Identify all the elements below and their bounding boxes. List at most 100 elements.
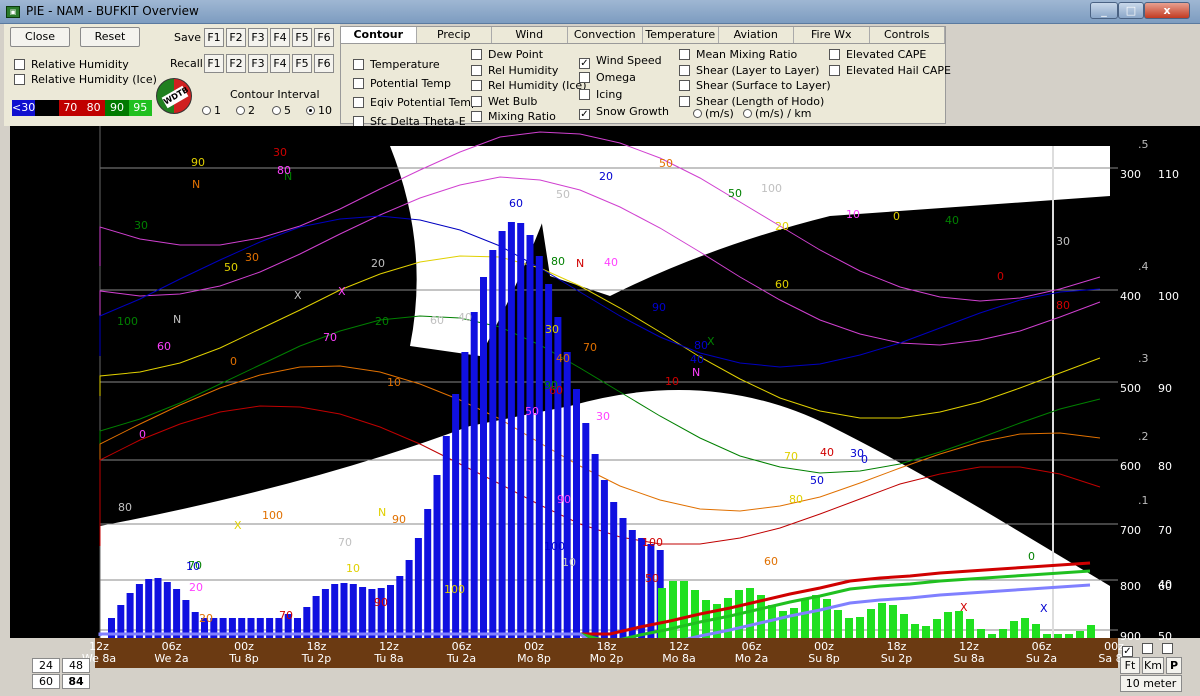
checkbox-mean-mixing-ratio[interactable]: Mean Mixing Ratio — [679, 48, 797, 61]
contour-value-label: 0 — [139, 428, 146, 441]
feet-button[interactable]: Ft — [1120, 657, 1140, 674]
minimize-button[interactable]: _ — [1090, 2, 1118, 19]
checkbox-rel-humidity-ice-[interactable]: Rel Humidity (Ice) — [471, 79, 586, 92]
tab-wind[interactable]: Wind — [492, 27, 568, 43]
precip-bar — [1010, 621, 1018, 638]
precip-bar — [790, 608, 798, 638]
contour-value-label: 10 — [846, 208, 860, 221]
rh-checkbox[interactable]: Relative Humidity — [14, 58, 129, 71]
checkbox-wind-speed[interactable]: ✓ Wind Speed — [579, 54, 662, 69]
tab-contour[interactable]: Contour — [341, 27, 417, 43]
save-f5-button[interactable]: F5 — [292, 28, 312, 47]
checkbox-elevated-cape[interactable]: Elevated CAPE — [829, 48, 926, 61]
recall-f3-button[interactable]: F3 — [248, 54, 268, 73]
precip-bar — [900, 614, 908, 638]
contour-value-label: 60 — [430, 314, 444, 327]
interval-2-radio[interactable]: 2 — [236, 104, 255, 117]
precip-bar — [154, 578, 162, 638]
checkbox-shear-layer-to-layer-[interactable]: Shear (Layer to Layer) — [679, 64, 819, 77]
precip-bar — [554, 317, 562, 638]
checkbox-shear-length-of-hodo-[interactable]: Shear (Length of Hodo) — [679, 95, 824, 108]
recall-f1-button[interactable]: F1 — [204, 54, 224, 73]
right-axis: 300 110 .5 400 100 .4 500 90 .3 600 80 .2 700 70 .1 800… — [1118, 126, 1200, 643]
shear-units-radio[interactable]: (m/s) / km — [743, 107, 812, 120]
precip-bar — [834, 610, 842, 638]
units-checkbox-3[interactable] — [1162, 642, 1179, 655]
hours-60-button[interactable]: 60 — [32, 674, 60, 689]
checkbox-elevated-hail-cape[interactable]: Elevated Hail CAPE — [829, 64, 951, 77]
checkbox-icing[interactable]: Icing — [579, 88, 622, 101]
bufkit-time-height-plot[interactable]: 30 50 60 70 80 90 100 40 20 10 N X 0 30 50 60 70 80 90 100 4… — [10, 126, 1118, 638]
axis-label-ht: 90 — [1158, 382, 1172, 395]
interval-1-radio[interactable]: 1 — [202, 104, 221, 117]
checkbox-temperature[interactable]: Temperature — [353, 58, 440, 71]
contour-value-label: 100 — [262, 509, 283, 522]
maximize-button[interactable]: □ — [1118, 2, 1144, 19]
interval-5-radio[interactable]: 5 — [272, 104, 291, 117]
checkbox-mixing-ratio[interactable]: Mixing Ratio — [471, 110, 556, 123]
checkbox-wet-bulb[interactable]: Wet Bulb — [471, 95, 537, 108]
save-f4-button[interactable]: F4 — [270, 28, 290, 47]
precip-bar — [933, 619, 941, 638]
precip-bar — [878, 603, 886, 638]
checkbox-omega[interactable]: Omega — [579, 71, 636, 84]
recall-f6-button[interactable]: F6 — [314, 54, 334, 73]
save-f3-button[interactable]: F3 — [248, 28, 268, 47]
time-tick: 12z Mo 8a — [662, 640, 696, 665]
tab-precip[interactable]: Precip — [417, 27, 492, 43]
tab-aviation[interactable]: Aviation — [719, 27, 794, 43]
contour-value-label: 20 — [199, 612, 213, 625]
tab-temperature[interactable]: Temperature — [643, 27, 719, 43]
units-checkbox-1[interactable]: ✓ — [1122, 642, 1139, 657]
reset-button[interactable]: Reset — [80, 27, 140, 47]
km-button[interactable]: Km — [1142, 657, 1164, 674]
pressure-button[interactable]: P — [1166, 657, 1182, 674]
time-tick: 06z Tu 2a — [446, 640, 477, 665]
recall-f5-button[interactable]: F5 — [292, 54, 312, 73]
contour-value-label: 0 — [893, 210, 900, 223]
tab-controls[interactable]: Controls — [870, 27, 945, 43]
contour-value-label: 80 — [1056, 299, 1070, 312]
recall-f2-button[interactable]: F2 — [226, 54, 246, 73]
checkbox-potential-temp[interactable]: Potential Temp — [353, 77, 451, 90]
checkbox-eqiv-potential-temp[interactable]: Eqiv Potential Temp — [353, 96, 478, 109]
close-window-button[interactable]: x — [1144, 2, 1190, 19]
contour-value-label: 40 — [690, 353, 704, 366]
time-tick: 06z We 2a — [154, 640, 189, 665]
precip-bar — [535, 256, 543, 638]
precip-bar — [173, 589, 181, 638]
rh-ice-checkbox[interactable]: Relative Humidity (Ice) — [14, 73, 157, 86]
save-f1-button[interactable]: F1 — [204, 28, 224, 47]
precip-bar — [331, 584, 339, 638]
checkbox-shear-surface-to-layer-[interactable]: Shear (Surface to Layer) — [679, 79, 831, 92]
checkbox-dew-point[interactable]: Dew Point — [471, 48, 543, 61]
hours-48-button[interactable]: 48 — [62, 658, 90, 673]
axis-label-frac: .3 — [1138, 352, 1149, 365]
contour-value-label: 20 — [599, 170, 613, 183]
precip-bar — [163, 582, 171, 638]
level-selector[interactable]: 10 meter — [1120, 675, 1182, 692]
tab-fire-wx[interactable]: Fire Wx — [794, 27, 870, 43]
shear-units-radio[interactable]: (m/s) — [693, 107, 734, 120]
time-tick: 00z Tu 8p — [229, 640, 259, 665]
save-f2-button[interactable]: F2 — [226, 28, 246, 47]
recall-f4-button[interactable]: F4 — [270, 54, 290, 73]
axis-label-p: 600 — [1120, 460, 1141, 473]
contour-interval-label: Contour Interval — [230, 88, 320, 101]
tab-convection[interactable]: Convection — [568, 27, 643, 43]
interval-10-radio[interactable]: 10 — [306, 104, 332, 117]
precip-bar — [126, 593, 134, 638]
hours-84-button[interactable]: 84 — [62, 674, 90, 689]
precip-bar — [517, 223, 525, 638]
contour-value-label: 40 — [556, 352, 570, 365]
hours-24-button[interactable]: 24 — [32, 658, 60, 673]
close-button[interactable]: Close — [10, 27, 70, 47]
checkbox-rel-humidity[interactable]: Rel Humidity — [471, 64, 558, 77]
contour-value-label: N — [378, 506, 386, 519]
time-axis: 12z We 8a 06z We 2a 00z Tu 8p 18z Tu 2p 12z Tu 8a… — [82, 638, 1130, 668]
units-checkbox-2[interactable] — [1142, 642, 1159, 655]
checkbox-snow-growth[interactable]: ✓ Snow Growth — [579, 105, 669, 120]
save-f6-button[interactable]: F6 — [314, 28, 334, 47]
contour-value-label: N — [692, 366, 700, 379]
contour-value-label: 30 — [1056, 235, 1070, 248]
